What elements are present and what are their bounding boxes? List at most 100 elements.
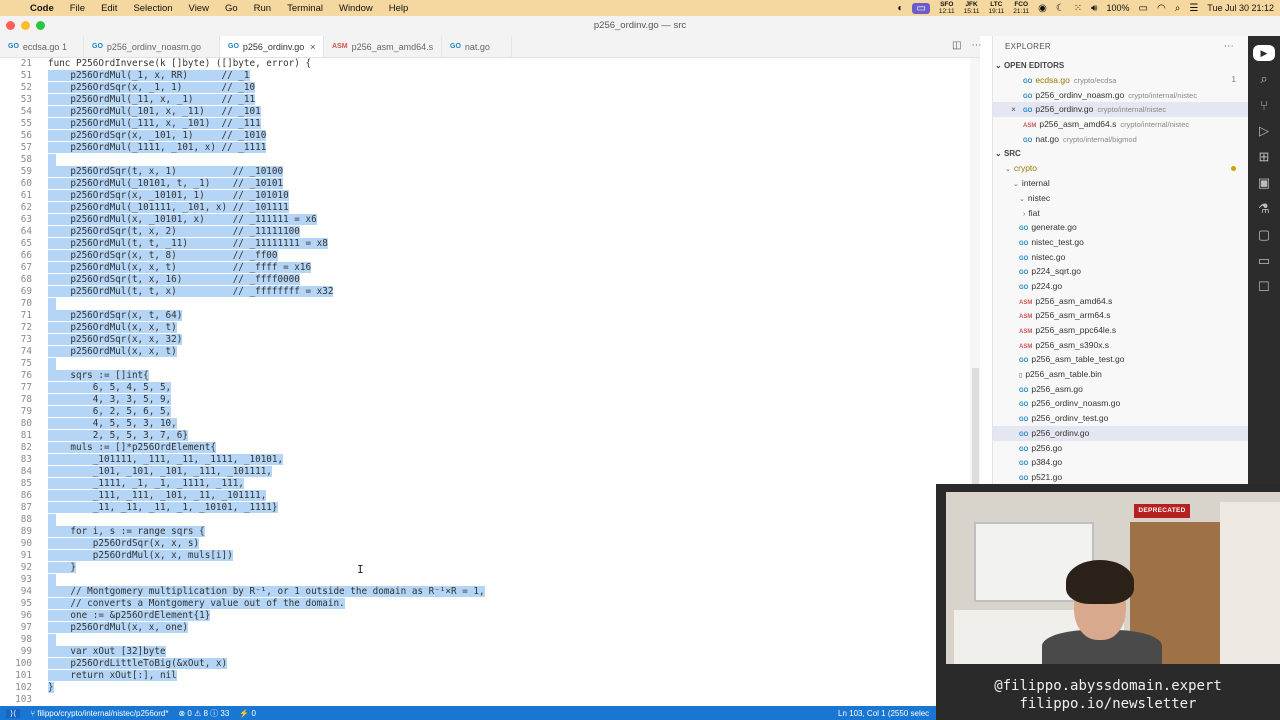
code-line[interactable]: 66 p256OrdSqr(x, t, 8) // _ff00: [0, 250, 980, 262]
file-tree-item[interactable]: GO nistec.go: [993, 250, 1248, 265]
file-tree-item[interactable]: GO p256_asm.go: [993, 382, 1248, 397]
code-line[interactable]: 85 _1111, _1, _1, _1111, _111,: [0, 478, 980, 490]
folder-internal[interactable]: ⌄ internal: [993, 176, 1248, 191]
folder-crypto[interactable]: ⌄ crypto: [993, 161, 1248, 176]
code-line[interactable]: 97 p256OrdMul(x, x, one): [0, 622, 980, 634]
code-text[interactable]: p256OrdMul(_111, x, _101) // _111: [48, 118, 261, 130]
menu-terminal[interactable]: Terminal: [279, 3, 331, 14]
code-line[interactable]: 96 one := &p256OrdElement{1}: [0, 610, 980, 622]
menu-window[interactable]: Window: [331, 3, 381, 14]
file-tree-item[interactable]: ASM p256_asm_amd64.s: [993, 294, 1248, 309]
code-line[interactable]: 61 p256OrdSqr(x, _10101, 1) // _101010: [0, 190, 980, 202]
code-text[interactable]: var xOut [32]byte: [48, 646, 166, 658]
code-text[interactable]: for i, s := range sqrs {: [48, 526, 205, 538]
code-text[interactable]: p256OrdMul(_11, x, _1) // _11: [48, 94, 256, 106]
code-text[interactable]: p256OrdMul(t, t, x) // _ffffffff = x32: [48, 286, 334, 298]
menu-help[interactable]: Help: [381, 3, 417, 14]
code-line[interactable]: 56 p256OrdSqr(x, _101, 1) // _1010: [0, 130, 980, 142]
code-text[interactable]: p256OrdSqr(t, x, 16) // _ffff0000: [48, 274, 300, 286]
menubar-datetime[interactable]: Tue Jul 30 21:12: [1207, 3, 1274, 13]
code-line[interactable]: 88: [0, 514, 980, 526]
dark-mode-icon[interactable]: ☾: [1056, 3, 1065, 14]
code-line[interactable]: 63 p256OrdMul(x, _10101, x) // _111111 =…: [0, 214, 980, 226]
folder-fiat[interactable]: › fiat: [993, 206, 1248, 221]
menu-view[interactable]: View: [181, 3, 217, 14]
code-line[interactable]: 72 p256OrdMul(x, x, t): [0, 322, 980, 334]
code-text[interactable]: }: [48, 562, 76, 574]
code-line[interactable]: 103: [0, 694, 980, 706]
code-text[interactable]: p256OrdSqr(x, x, 32): [48, 334, 183, 346]
focus-icon[interactable]: ◐: [897, 3, 903, 14]
file-tree-item[interactable]: GO p384.go: [993, 455, 1248, 470]
menu-run[interactable]: Run: [246, 3, 279, 14]
code-text[interactable]: p256OrdMul(t, t, _11) // _11111111 = x8: [48, 238, 328, 250]
file-tree-item[interactable]: GO nistec_test.go: [993, 235, 1248, 250]
code-text[interactable]: sqrs := []int{: [48, 370, 149, 382]
code-line[interactable]: 58: [0, 154, 980, 166]
code-line[interactable]: 70: [0, 298, 980, 310]
code-text[interactable]: p256OrdSqr(t, x, 1) // _10100: [48, 166, 284, 178]
code-line[interactable]: 102}: [0, 682, 980, 694]
file-tree-item[interactable]: GO p256.go: [993, 441, 1248, 456]
code-line[interactable]: 73 p256OrdSqr(x, x, 32): [0, 334, 980, 346]
code-line[interactable]: 78 4, 3, 3, 5, 9,: [0, 394, 980, 406]
code-text[interactable]: p256OrdMul(x, x, t): [48, 322, 177, 334]
close-window-button[interactable]: [6, 21, 15, 30]
file-tree-item[interactable]: GO p256_asm_table_test.go: [993, 352, 1248, 367]
code-text[interactable]: p256OrdSqr(x, t, 8) // _ff00: [48, 250, 278, 262]
tab-p256-ordinv-noasm-go[interactable]: GO p256_ordinv_noasm.go: [84, 36, 220, 57]
code-text[interactable]: p256OrdSqr(t, x, 2) // _11111100: [48, 226, 300, 238]
code-line[interactable]: 67 p256OrdMul(x, x, t) // _ffff = x16: [0, 262, 980, 274]
code-text[interactable]: _111, _111, _101, _11, _101111,: [48, 490, 267, 502]
git-branch[interactable]: ⑂ filippo/crypto/internal/nistec/p256ord…: [30, 709, 168, 718]
close-tab-icon[interactable]: ×: [310, 42, 315, 52]
code-line[interactable]: 91 p256OrdMul(x, x, muls[i]): [0, 550, 980, 562]
open-editor-item[interactable]: ASM p256_asm_amd64.s crypto/internal/niste…: [993, 117, 1248, 132]
close-icon[interactable]: ×: [1011, 102, 1016, 117]
code-text[interactable]: p256OrdMul(_1, x, RR) // _1: [48, 70, 250, 82]
explorer-more-icon[interactable]: ⋯: [1224, 36, 1234, 58]
code-line[interactable]: 71 p256OrdSqr(x, t, 64): [0, 310, 980, 322]
code-line[interactable]: 64 p256OrdSqr(t, x, 2) // _11111100: [0, 226, 980, 238]
code-line[interactable]: 99 var xOut [32]byte: [0, 646, 980, 658]
code-line[interactable]: 90 p256OrdSqr(x, x, s): [0, 538, 980, 550]
tab-nat-go[interactable]: GO nat.go: [442, 36, 512, 57]
tab-ecdsa-go[interactable]: GO ecdsa.go 1: [0, 36, 84, 57]
cursor-position[interactable]: Ln 103, Col 1 (2550 selec: [838, 709, 929, 718]
problems-indicator[interactable]: ⊗ 0 ⚠ 8 ⓘ 33: [178, 708, 229, 719]
control-center-icon[interactable]: ☰: [1189, 3, 1198, 14]
code-text[interactable]: p256OrdSqr(x, _10101, 1) // _101010: [48, 190, 289, 202]
src-section[interactable]: ⌄ SRC: [993, 146, 1248, 161]
code-text[interactable]: p256OrdSqr(x, x, s): [48, 538, 200, 550]
code-text[interactable]: p256OrdMul(x, x, t) // _ffff = x16: [48, 262, 312, 274]
code-text[interactable]: return xOut[:], nil: [48, 670, 177, 682]
code-text[interactable]: // converts a Montgomery value out of th…: [48, 598, 345, 610]
remote-explorer-icon[interactable]: ▣: [1248, 170, 1280, 196]
tab-p256-asm-amd64-s[interactable]: ASM p256_asm_amd64.s: [324, 36, 442, 57]
code-text[interactable]: p256OrdMul(x, x, t): [48, 346, 177, 358]
file-tree-item[interactable]: GO p224.go: [993, 279, 1248, 294]
open-editors-section[interactable]: ⌄ OPEN EDITORS: [993, 58, 1248, 73]
file-tree-item[interactable]: GO p224_sqrt.go: [993, 264, 1248, 279]
code-text[interactable]: _101, _101, _101, _111, _101111,: [48, 466, 272, 478]
code-text[interactable]: p256OrdMul(x, _10101, x) // _111111 = x6: [48, 214, 317, 226]
testing-icon[interactable]: ⚗: [1248, 196, 1280, 222]
world-clock-jfk[interactable]: JFK 15:11: [964, 1, 980, 15]
file-tree-item[interactable]: ▯ p256_asm_table.bin: [993, 367, 1248, 382]
code-line[interactable]: 81 2, 5, 5, 3, 7, 6}: [0, 430, 980, 442]
code-text[interactable]: }: [48, 682, 54, 694]
chat-icon[interactable]: ▢: [1248, 222, 1280, 248]
code-line[interactable]: 94 // Montgomery multiplication by R⁻¹, …: [0, 586, 980, 598]
code-text[interactable]: func P256OrdInverse(k []byte) ([]byte, e…: [48, 58, 311, 70]
run-debug-icon[interactable]: ▷: [1248, 118, 1280, 144]
code-line[interactable]: 77 6, 5, 4, 5, 5,: [0, 382, 980, 394]
code-line[interactable]: 93: [0, 574, 980, 586]
remote-indicator-icon[interactable]: ⟩⟨: [6, 708, 21, 718]
grid-icon[interactable]: ⁙: [1074, 3, 1082, 14]
code-text[interactable]: 2, 5, 5, 3, 7, 6}: [48, 430, 188, 442]
extensions-icon[interactable]: ⊞: [1248, 144, 1280, 170]
file-tree-item[interactable]: GO p256_ordinv_test.go: [993, 411, 1248, 426]
search-icon[interactable]: ⌕: [1248, 66, 1280, 92]
code-line[interactable]: 75: [0, 358, 980, 370]
code-text[interactable]: 6, 2, 5, 6, 5,: [48, 406, 172, 418]
